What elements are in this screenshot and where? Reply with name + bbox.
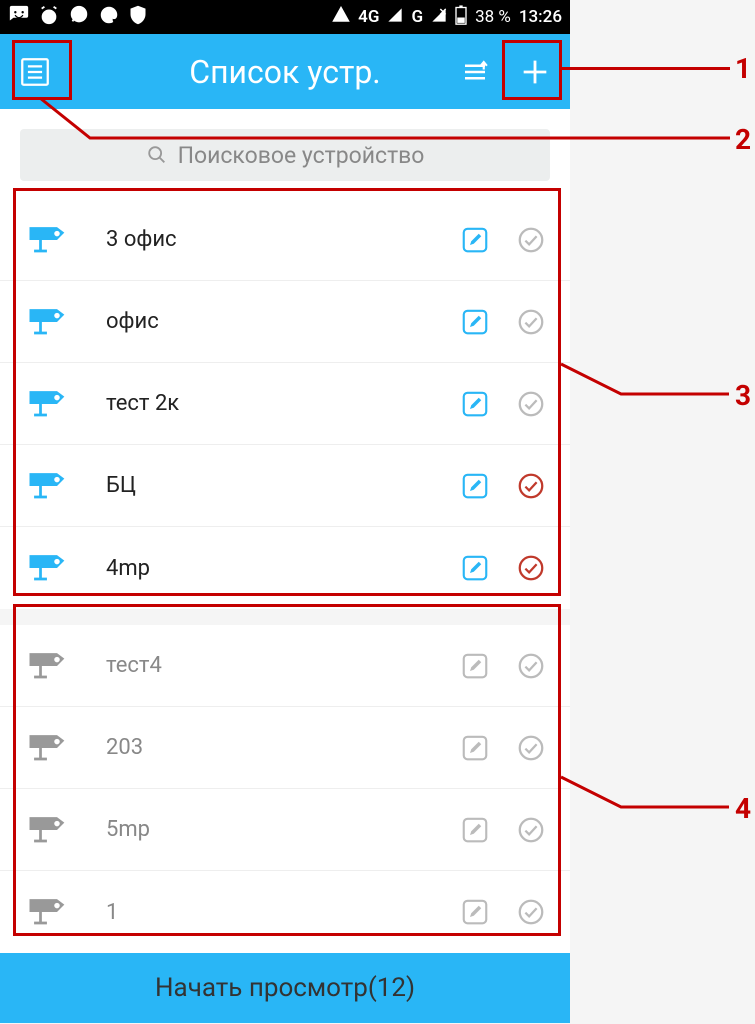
signal2-nosvc-icon xyxy=(431,7,447,28)
select-button[interactable] xyxy=(516,651,546,681)
camera-icon xyxy=(24,387,68,421)
edit-button[interactable] xyxy=(460,897,490,927)
select-button[interactable] xyxy=(516,815,546,845)
device-name: тест 2к xyxy=(78,391,460,416)
device-row[interactable]: 5mp xyxy=(0,789,570,871)
device-row[interactable]: 4mp xyxy=(0,527,570,609)
select-button[interactable] xyxy=(516,897,546,927)
search-placeholder: Поисковое устройство xyxy=(178,142,425,169)
device-row[interactable]: 1 xyxy=(0,871,570,953)
device-name: 4mp xyxy=(78,556,460,581)
edit-button[interactable] xyxy=(460,225,490,255)
camera-icon xyxy=(24,649,68,683)
menu-button[interactable] xyxy=(18,55,52,89)
device-row[interactable]: 3 офис xyxy=(0,199,570,281)
camera-icon xyxy=(24,305,68,339)
annotation-line-3 xyxy=(561,364,755,514)
add-button[interactable] xyxy=(518,55,552,89)
camera-icon xyxy=(24,895,68,929)
title-bar: Список устр. xyxy=(0,34,570,109)
select-button[interactable] xyxy=(516,553,546,583)
sms-icon xyxy=(8,4,30,31)
battery-text: 38 % xyxy=(475,7,511,27)
start-preview-label: Начать просмотр(12) xyxy=(155,973,415,1003)
search-container: Поисковое устройство xyxy=(0,109,570,199)
device-group: 3 офис офис xyxy=(0,199,570,609)
device-name: 3 офис xyxy=(78,227,460,252)
annotation-line-1 xyxy=(562,67,730,70)
select-button[interactable] xyxy=(516,389,546,419)
device-row[interactable]: тест 2к xyxy=(0,363,570,445)
device-name: офис xyxy=(78,309,460,334)
device-row[interactable]: тест4 xyxy=(0,625,570,707)
camera-icon xyxy=(24,813,68,847)
device-name: тест4 xyxy=(78,653,460,678)
edit-button[interactable] xyxy=(460,471,490,501)
annotation-num-2: 2 xyxy=(735,123,751,156)
net2-label: G xyxy=(411,7,423,27)
device-name: БЦ xyxy=(78,473,460,498)
edit-button[interactable] xyxy=(460,733,490,763)
device-name: 1 xyxy=(78,900,460,925)
camera-icon xyxy=(24,223,68,257)
edit-button[interactable] xyxy=(460,815,490,845)
camera-icon xyxy=(24,731,68,765)
device-group: тест4 203 5m xyxy=(0,625,570,953)
annotation-num-4: 4 xyxy=(735,792,751,825)
alarm-icon xyxy=(38,4,60,31)
device-name: 203 xyxy=(78,735,460,760)
edit-button[interactable] xyxy=(460,553,490,583)
page-title: Список устр. xyxy=(189,53,380,91)
clock-text: 13:26 xyxy=(519,7,562,27)
annotation-num-3: 3 xyxy=(735,379,751,412)
device-row[interactable]: офис xyxy=(0,281,570,363)
at-icon xyxy=(98,4,120,31)
net1-label: 4G xyxy=(358,7,379,27)
camera-icon xyxy=(24,469,68,503)
list-separator xyxy=(0,609,570,625)
device-list: 3 офис офис xyxy=(0,199,570,953)
signal1-icon xyxy=(387,7,403,28)
annotation-line-4 xyxy=(561,777,755,927)
select-button[interactable] xyxy=(516,307,546,337)
edit-button[interactable] xyxy=(460,389,490,419)
camera-icon xyxy=(24,551,68,585)
phone-screen: 4G G 38 % 13:26 Список устр. xyxy=(0,0,570,1023)
data-down-icon xyxy=(332,6,350,29)
status-bar: 4G G 38 % 13:26 xyxy=(0,0,570,34)
annotation-num-1: 1 xyxy=(735,52,751,85)
edit-button[interactable] xyxy=(460,651,490,681)
battery-icon xyxy=(455,5,467,30)
filter-button[interactable] xyxy=(460,57,490,87)
start-preview-button[interactable]: Начать просмотр(12) xyxy=(0,953,570,1023)
device-row[interactable]: 203 xyxy=(0,707,570,789)
device-row[interactable]: БЦ xyxy=(0,445,570,527)
whatsapp-icon xyxy=(68,4,90,31)
shield-icon xyxy=(128,4,148,31)
select-button[interactable] xyxy=(516,733,546,763)
search-icon xyxy=(146,144,168,166)
select-button[interactable] xyxy=(516,471,546,501)
device-name: 5mp xyxy=(78,817,460,842)
select-button[interactable] xyxy=(516,225,546,255)
search-input[interactable]: Поисковое устройство xyxy=(20,129,550,181)
edit-button[interactable] xyxy=(460,307,490,337)
